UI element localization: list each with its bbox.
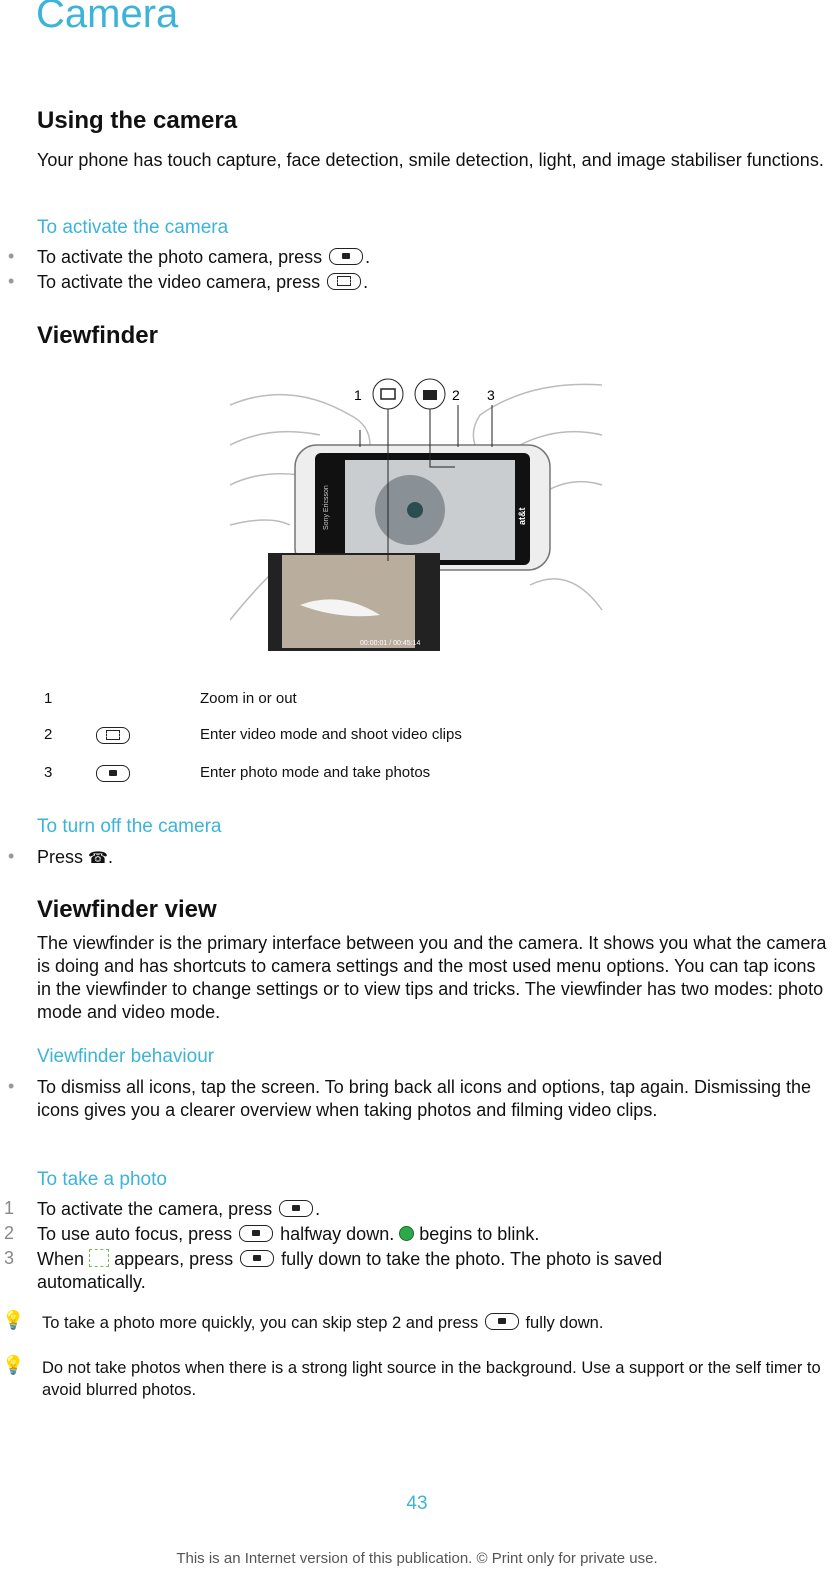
page-number: 43 <box>406 1493 428 1514</box>
brand-logo: Sony Ericsson <box>323 485 330 530</box>
step: To use auto focus, press halfway down. b… <box>37 1223 832 1246</box>
row-number: 3 <box>44 764 53 781</box>
camera-key-icon <box>329 248 364 265</box>
camera-key-icon <box>279 1200 314 1217</box>
table-row: 3 <box>44 764 52 781</box>
list-item-text: Press <box>37 847 84 867</box>
tip-bulb-icon: 💡 <box>2 1355 25 1375</box>
bullet: • <box>8 846 15 866</box>
bullet: • <box>8 271 15 291</box>
list-item: Press ☎. <box>37 847 113 867</box>
step: When appears, press fully down to take t… <box>37 1248 757 1294</box>
timer-readout: 00:00:01 / 00:45:14 <box>360 640 420 647</box>
subheading: To take a photo <box>37 1169 167 1190</box>
row-text: Enter photo mode and take photos <box>200 764 431 781</box>
step-text: To activate the camera, press <box>37 1199 273 1219</box>
step-number: 3 <box>4 1248 15 1268</box>
end-call-icon: ☎ <box>88 850 108 867</box>
step-number: 2 <box>4 1223 15 1243</box>
section-heading: Using the camera <box>37 107 238 134</box>
video-key-icon <box>96 727 130 744</box>
callout-2: 2 <box>452 387 460 403</box>
list-item: To activate the photo camera, press . <box>37 247 371 267</box>
step: To activate the camera, press . <box>37 1198 832 1221</box>
page-title: Camera <box>36 0 179 36</box>
tip-text: fully down. <box>525 1314 604 1332</box>
camera-key-icon <box>484 1313 519 1330</box>
step-text: appears, press <box>114 1249 234 1269</box>
footer-notice: This is an Internet version of this publ… <box>176 1550 658 1567</box>
step-number: 1 <box>4 1198 15 1218</box>
tip-text: To take a photo more quickly, you can sk… <box>42 1314 479 1332</box>
subheading: To activate the camera <box>37 217 229 238</box>
callout-1: 1 <box>354 387 362 403</box>
step-text: begins to blink. <box>419 1224 540 1244</box>
camera-key-icon <box>239 1225 274 1242</box>
table-row: 2 <box>44 726 52 743</box>
viewfinder-illustration: Sony Ericsson at&t 00:00:01 / 00:45:14 1… <box>230 378 603 651</box>
subheading: Viewfinder behaviour <box>37 1046 215 1067</box>
step-text: When <box>37 1249 85 1269</box>
tip-bulb-icon: 💡 <box>2 1310 25 1330</box>
focus-frame-icon <box>89 1249 110 1267</box>
step-text: halfway down. <box>280 1224 395 1244</box>
list-item: To dismiss all icons, tap the screen. To… <box>37 1077 812 1120</box>
camera-key-icon <box>240 1250 275 1267</box>
table-row: 1 <box>44 690 52 707</box>
step-text: To use auto focus, press <box>37 1224 233 1244</box>
bullet: • <box>8 1076 15 1096</box>
callout-3: 3 <box>487 387 495 403</box>
row-text: Enter video mode and shoot video clips <box>200 726 462 743</box>
subheading: To turn off the camera <box>37 816 222 837</box>
bullet: • <box>8 246 15 266</box>
row-number: 1 <box>44 690 53 707</box>
video-key-icon <box>327 273 362 290</box>
paragraph: The viewfinder is the primary interface … <box>37 933 827 1022</box>
tip: To take a photo more quickly, you can sk… <box>42 1312 832 1334</box>
carrier-logo: at&t <box>517 507 527 525</box>
row-number: 2 <box>44 726 53 743</box>
row-text: Zoom in or out <box>200 690 297 707</box>
list-item-text: To activate the photo camera, press <box>37 247 323 267</box>
list-item: To activate the video camera, press . <box>37 272 369 292</box>
section-heading: Viewfinder <box>37 322 158 349</box>
paragraph: Your phone has touch capture, face detec… <box>37 150 824 170</box>
section-heading: Viewfinder view <box>37 896 217 923</box>
list-item-text: To activate the video camera, press <box>37 272 321 292</box>
step-text: . <box>315 1199 321 1219</box>
camera-key-icon <box>96 765 130 782</box>
tip: Do not take photos when there is a stron… <box>42 1359 821 1399</box>
focus-dot-icon <box>399 1226 415 1241</box>
